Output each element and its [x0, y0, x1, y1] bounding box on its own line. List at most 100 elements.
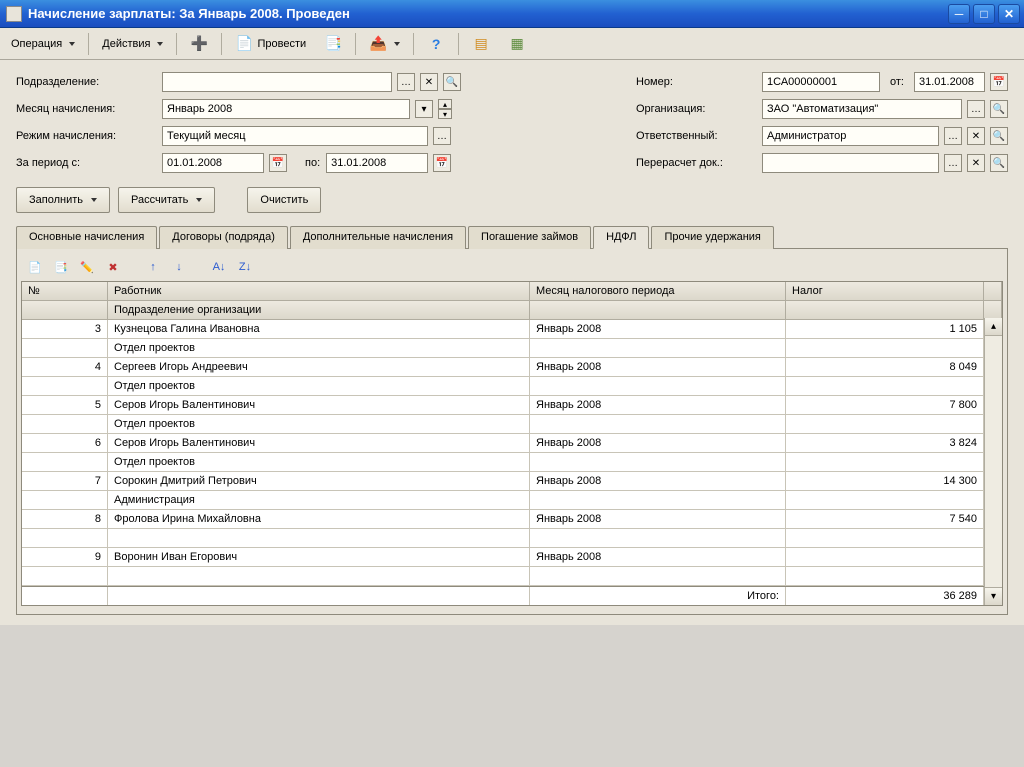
- recalc-field[interactable]: [762, 153, 939, 173]
- scroll-down-icon[interactable]: ▾: [985, 587, 1002, 605]
- org-ellipsis[interactable]: …: [967, 100, 985, 118]
- post-button[interactable]: 📄Провести: [228, 32, 313, 56]
- calc-label: Рассчитать: [131, 194, 188, 206]
- number-input[interactable]: [763, 73, 879, 91]
- responsible-input[interactable]: [763, 127, 938, 145]
- period-from-calendar[interactable]: 📅: [269, 154, 287, 172]
- mode-input[interactable]: [163, 127, 427, 145]
- actions-menu[interactable]: Действия: [95, 32, 170, 56]
- toolbar-add-button[interactable]: ➕: [183, 32, 215, 56]
- close-button[interactable]: ✕: [998, 4, 1020, 24]
- month-field[interactable]: [162, 99, 410, 119]
- table-row-sub[interactable]: [22, 529, 1002, 548]
- responsible-clear[interactable]: ✕: [967, 127, 985, 145]
- toolbar-button-7[interactable]: ▦: [501, 32, 533, 56]
- help-button[interactable]: ?: [420, 32, 452, 56]
- table-row[interactable]: 3Кузнецова Галина ИвановнаЯнварь 20081 1…: [22, 320, 1002, 339]
- department-clear[interactable]: ✕: [420, 73, 438, 91]
- number-field[interactable]: [762, 72, 880, 92]
- tab-additional[interactable]: Дополнительные начисления: [290, 226, 466, 249]
- grid-sort-z-icon[interactable]: Z↓: [235, 257, 255, 277]
- date-input[interactable]: [915, 73, 984, 91]
- table-row-sub[interactable]: Отдел проектов: [22, 377, 1002, 396]
- period-to-field[interactable]: [326, 153, 428, 173]
- table-row-sub[interactable]: Отдел проектов: [22, 339, 1002, 358]
- period-to-input[interactable]: [327, 154, 427, 172]
- period-to-calendar[interactable]: 📅: [433, 154, 451, 172]
- recalc-input[interactable]: [763, 154, 938, 172]
- grid-movedown-icon[interactable]: ↓: [169, 257, 189, 277]
- table-row-sub[interactable]: Администрация: [22, 491, 1002, 510]
- toolbar-button-6[interactable]: ▤: [465, 32, 497, 56]
- table-row-sub[interactable]: Отдел проектов: [22, 453, 1002, 472]
- responsible-search[interactable]: 🔍: [990, 127, 1008, 145]
- org-search[interactable]: 🔍: [990, 100, 1008, 118]
- recalc-clear[interactable]: ✕: [967, 154, 985, 172]
- table-row[interactable]: 7Сорокин Дмитрий ПетровичЯнварь 200814 3…: [22, 472, 1002, 491]
- grid-sort-a-icon[interactable]: A↓: [209, 257, 229, 277]
- month-dropdown[interactable]: ▾: [415, 100, 433, 118]
- maximize-button[interactable]: □: [973, 4, 995, 24]
- col-subunit-header[interactable]: Подразделение организации: [108, 301, 530, 320]
- toolbar-button-4[interactable]: 📑: [317, 32, 349, 56]
- grid-delete-icon[interactable]: ✖: [103, 257, 123, 277]
- recalc-ellipsis[interactable]: …: [944, 154, 962, 172]
- cell-employee: Серов Игорь Валентинович: [108, 434, 530, 452]
- footer-total-value: 36 289: [786, 587, 984, 605]
- table-row-sub[interactable]: [22, 567, 1002, 586]
- col-month-header[interactable]: Месяц налогового периода: [530, 282, 786, 301]
- period-from-input[interactable]: [163, 154, 263, 172]
- responsible-ellipsis[interactable]: …: [944, 127, 962, 145]
- tab-other[interactable]: Прочие удержания: [651, 226, 773, 249]
- org-input[interactable]: [763, 100, 961, 118]
- col-employee-header[interactable]: Работник: [108, 282, 530, 301]
- department-ellipsis[interactable]: …: [397, 73, 415, 91]
- grid-moveup-icon[interactable]: ↑: [143, 257, 163, 277]
- tab-main[interactable]: Основные начисления: [16, 226, 157, 249]
- grid-subheader: Подразделение организации: [22, 301, 1002, 320]
- table-row[interactable]: 5Серов Игорь ВалентиновичЯнварь 20087 80…: [22, 396, 1002, 415]
- date-field[interactable]: [914, 72, 985, 92]
- fill-button[interactable]: Заполнить: [16, 187, 110, 213]
- department-search[interactable]: 🔍: [443, 73, 461, 91]
- grid-copy-icon[interactable]: 📑: [51, 257, 71, 277]
- table-row[interactable]: 6Серов Игорь ВалентиновичЯнварь 20083 82…: [22, 434, 1002, 453]
- table-row[interactable]: 4Сергеев Игорь АндреевичЯнварь 20088 049: [22, 358, 1002, 377]
- cell-subunit: Отдел проектов: [108, 377, 530, 395]
- toolbar-button-5[interactable]: 📤: [362, 32, 407, 56]
- org-field[interactable]: [762, 99, 962, 119]
- tab-contracts[interactable]: Договоры (подряда): [159, 226, 288, 249]
- operation-menu[interactable]: Операция: [4, 32, 82, 56]
- period-from-field[interactable]: [162, 153, 264, 173]
- cell-tax: 1 105: [786, 320, 984, 338]
- month-input[interactable]: [163, 100, 409, 118]
- grid-add-icon[interactable]: 📄: [25, 257, 45, 277]
- cell-subunit: Отдел проектов: [108, 415, 530, 433]
- table-row-sub[interactable]: Отдел проектов: [22, 415, 1002, 434]
- mode-ellipsis[interactable]: …: [433, 127, 451, 145]
- responsible-field[interactable]: [762, 126, 939, 146]
- calc-button[interactable]: Рассчитать: [118, 187, 215, 213]
- department-field[interactable]: [162, 72, 392, 92]
- recalc-search[interactable]: 🔍: [990, 154, 1008, 172]
- table-row[interactable]: 9Воронин Иван ЕгоровичЯнварь 2008: [22, 548, 1002, 567]
- grid-edit-icon[interactable]: ✏️: [77, 257, 97, 277]
- col-month-subheader: [530, 301, 786, 320]
- col-tax-header[interactable]: Налог: [786, 282, 984, 301]
- date-calendar[interactable]: 📅: [990, 73, 1008, 91]
- clear-button[interactable]: Очистить: [247, 187, 321, 213]
- tab-loans[interactable]: Погашение займов: [468, 226, 591, 249]
- cell-month: Январь 2008: [530, 396, 786, 414]
- department-input[interactable]: [163, 73, 391, 91]
- month-down[interactable]: ▾: [438, 109, 452, 119]
- minimize-button[interactable]: ─: [948, 4, 970, 24]
- col-num-header[interactable]: №: [22, 282, 108, 301]
- grid-scrollbar[interactable]: ▴ ▾: [984, 318, 1002, 605]
- mode-field[interactable]: [162, 126, 428, 146]
- cell-month: Январь 2008: [530, 320, 786, 338]
- scroll-up-icon[interactable]: ▴: [985, 318, 1002, 336]
- cell-num: 6: [22, 434, 108, 452]
- month-up[interactable]: ▴: [438, 99, 452, 109]
- tab-ndfl[interactable]: НДФЛ: [593, 226, 649, 249]
- table-row[interactable]: 8Фролова Ирина МихайловнаЯнварь 20087 54…: [22, 510, 1002, 529]
